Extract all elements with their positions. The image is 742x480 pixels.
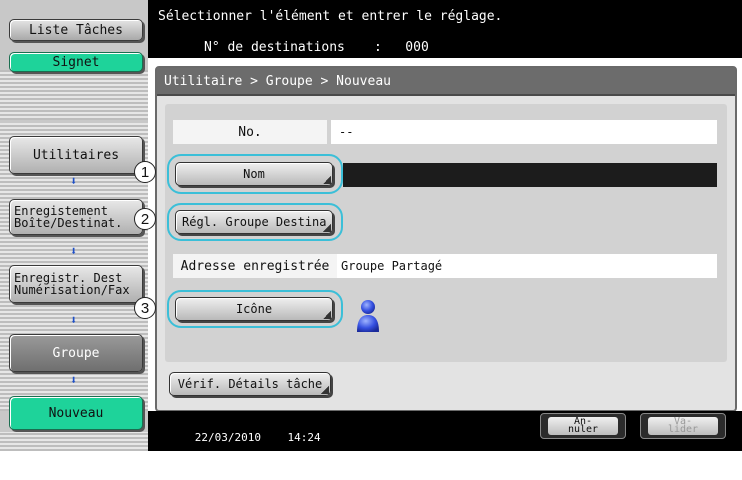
instruction-text: Sélectionner l'élément et entrer le régl…: [158, 9, 503, 24]
nom-value: [343, 163, 717, 187]
adresse-value: Groupe Partagé: [337, 254, 717, 278]
no-label: No.: [173, 120, 327, 144]
step-arrow-down-icon: ⬇: [70, 174, 78, 188]
sidebar: Liste Tâches Signet Utilitaires ⬇ Enregi…: [0, 0, 148, 451]
callout-1: 1: [134, 161, 156, 183]
destination-count-value: : 000: [374, 40, 429, 55]
step-utilitaires[interactable]: Utilitaires: [9, 136, 143, 174]
step-nouveau[interactable]: Nouveau: [9, 396, 143, 430]
step-arrow-down-icon: ⬇: [70, 244, 78, 258]
annuler-button[interactable]: An- nuler: [540, 413, 626, 439]
icone-button[interactable]: Icône: [175, 297, 333, 321]
step-enregistrement-boite[interactable]: Enregistement Boîte/Destinat.: [9, 199, 143, 235]
memory-value: 100%: [267, 455, 295, 468]
signet-button[interactable]: Signet: [9, 52, 143, 72]
annuler-label: An- nuler: [548, 417, 618, 435]
regl-groupe-destina-button[interactable]: Régl. Groupe Destina: [175, 210, 333, 234]
verif-details-tache-button[interactable]: Vérif. Détails tâche: [169, 372, 331, 396]
destination-count-label: N° de destinations: [204, 40, 345, 55]
status-datetime: 22/03/2010 14:24 Mémoire 100%: [155, 420, 321, 480]
valider-button[interactable]: Va- lider: [640, 413, 726, 439]
callout-2: 2: [134, 208, 156, 230]
footer: 22/03/2010 14:24 Mémoire 100% An- nuler …: [148, 411, 742, 468]
step-enregistr-dest[interactable]: Enregistr. Dest Numérisation/Fax: [9, 265, 143, 303]
time-text: 14:24: [287, 431, 321, 444]
form-area: No. -- Nom Régl. Groupe Destina Adresse …: [165, 104, 727, 362]
step-arrow-down-icon: ⬇: [70, 313, 78, 327]
adresse-label: Adresse enregistrée: [173, 254, 337, 278]
memory-label: Mémoire: [194, 455, 242, 468]
no-value: --: [331, 120, 717, 144]
person-icon: [357, 300, 379, 332]
liste-taches-button[interactable]: Liste Tâches: [9, 19, 143, 41]
nom-button[interactable]: Nom: [175, 162, 333, 186]
header: Sélectionner l'élément et entrer le régl…: [148, 0, 742, 58]
step-arrow-down-icon: ⬇: [70, 373, 78, 387]
destination-count: N° de destinations : 000: [204, 40, 429, 55]
sidebar-hatch: [0, 70, 148, 120]
sidebar-hatch: [0, 432, 148, 451]
main-panel: Utilitaire > Groupe > Nouveau No. -- Nom…: [134, 66, 737, 412]
callout-3: 3: [134, 297, 156, 319]
step-groupe[interactable]: Groupe: [9, 334, 143, 372]
date-text: 22/03/2010: [194, 431, 261, 444]
valider-label: Va- lider: [648, 417, 718, 435]
screen: Liste Tâches Signet Utilitaires ⬇ Enregi…: [0, 0, 742, 468]
breadcrumb: Utilitaire > Groupe > Nouveau: [157, 68, 735, 96]
